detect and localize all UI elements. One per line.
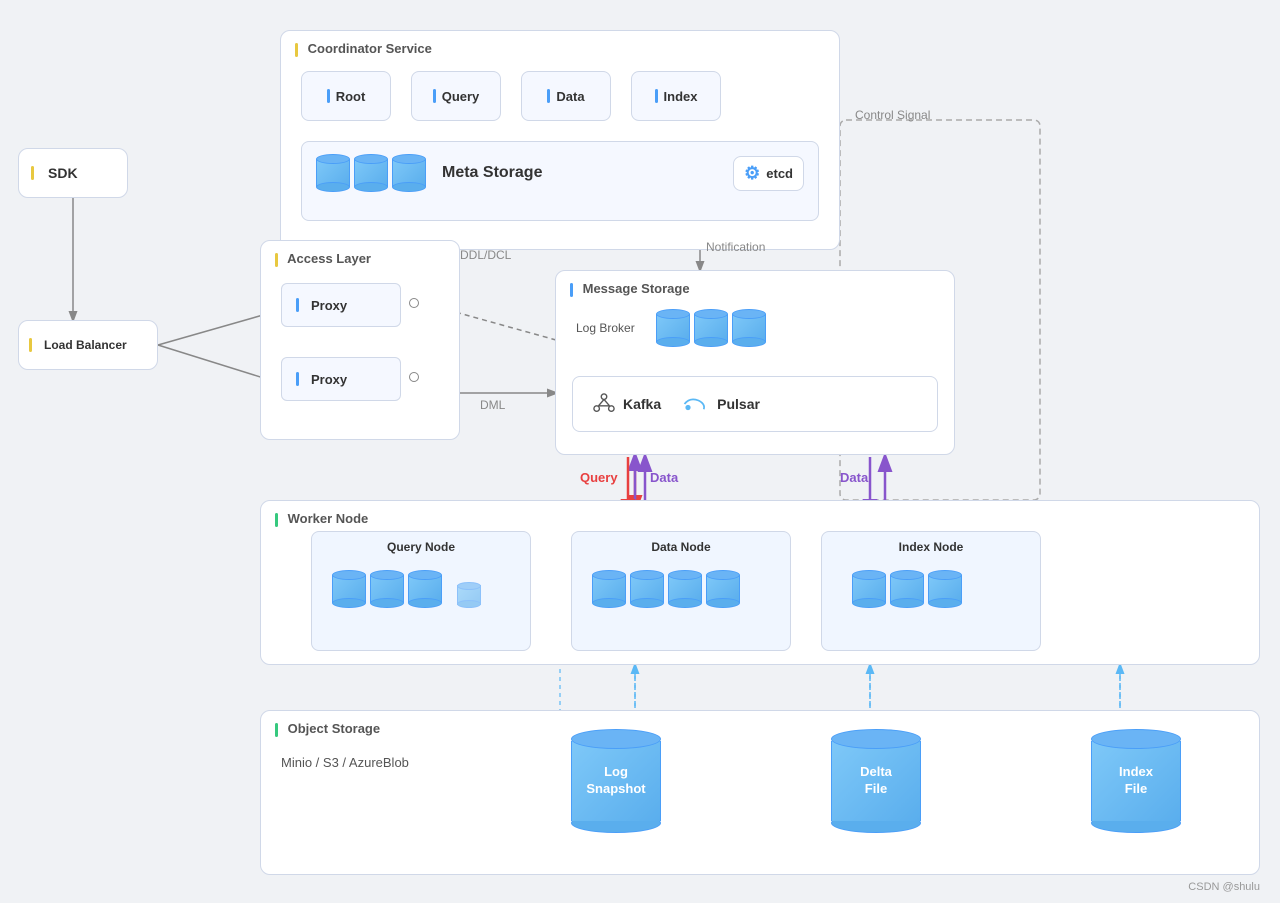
load-balancer-box: Load Balancer: [18, 320, 158, 370]
index-file-cylinder: IndexFile: [1091, 729, 1181, 833]
log-broker-label: Log Broker: [576, 321, 635, 335]
query-node-coord-box: Query: [411, 71, 501, 121]
dn-db-1: [592, 570, 626, 608]
in-db-1: [852, 570, 886, 608]
lb-bar: [29, 338, 32, 352]
kafka-pulsar-box: Kafka Pulsar: [572, 376, 938, 432]
data-node-sub-box: Data Node: [571, 531, 791, 651]
message-storage-label: Message Storage: [570, 281, 690, 297]
etcd-label: etcd: [766, 166, 793, 181]
proxy-2-output-circle: [409, 372, 419, 382]
data-flow-label-left: Data: [650, 470, 678, 485]
kafka-label: Kafka: [623, 396, 661, 412]
delta-file-label: DeltaFile: [860, 764, 892, 798]
index-file-label: IndexFile: [1119, 764, 1153, 798]
ddl-dcl-label: DDL/DCL: [460, 248, 511, 262]
dn-db-3: [668, 570, 702, 608]
query-node-sub-label: Query Node: [312, 540, 530, 554]
coordinator-label: Coordinator Service: [295, 41, 432, 57]
pulsar-icon: [681, 393, 709, 415]
etcd-box: ⚙ etcd: [733, 156, 804, 191]
sdk-label: SDK: [48, 165, 78, 181]
proxy-2-box: Proxy: [281, 357, 401, 401]
proxy-1-label: Proxy: [311, 298, 347, 313]
msg-db-2: [694, 309, 728, 347]
qn-db-3: [408, 570, 442, 608]
kafka-section: Kafka: [593, 393, 661, 415]
control-signal-label: Control Signal: [855, 108, 930, 122]
meta-storage-label: Meta Storage: [442, 164, 542, 182]
in-db-2: [890, 570, 924, 608]
proxy-1-output-circle: [409, 298, 419, 308]
index-coord-label: Index: [664, 89, 698, 104]
dml-label: DML: [480, 398, 505, 412]
meta-db-1: [316, 154, 350, 192]
notification-label: Notification: [706, 240, 765, 254]
dn-db-2: [630, 570, 664, 608]
data-coord-label: Data: [556, 89, 584, 104]
qn-db-4: [457, 582, 481, 608]
msg-db-3: [732, 309, 766, 347]
message-storage-box: Message Storage Log Broker: [555, 270, 955, 455]
proxy-1-box: Proxy: [281, 283, 401, 327]
worker-node-label: Worker Node: [275, 511, 368, 527]
meta-storage-area: Meta Storage ⚙ etcd: [301, 141, 819, 221]
data-flow-label-right: Data: [840, 470, 868, 485]
etcd-gear-icon: ⚙: [744, 163, 760, 184]
dn-db-4: [706, 570, 740, 608]
worker-node-box: Worker Node Query Node Data Node: [260, 500, 1260, 665]
data-node-sub-label: Data Node: [572, 540, 790, 554]
footer-text: CSDN @shulu: [1188, 881, 1260, 893]
meta-db-3: [392, 154, 426, 192]
pulsar-section: Pulsar: [681, 393, 760, 415]
query-flow-label: Query: [580, 470, 618, 485]
qn-db-1: [332, 570, 366, 608]
query-node-sub-box: Query Node: [311, 531, 531, 651]
access-layer-label: Access Layer: [275, 251, 371, 267]
pulsar-label: Pulsar: [717, 396, 760, 412]
in-db-3: [928, 570, 962, 608]
coordinator-box: Coordinator Service Root Query Data Inde…: [280, 30, 840, 250]
object-storage-subtitle: Minio / S3 / AzureBlob: [281, 755, 409, 770]
root-node-box: Root: [301, 71, 391, 121]
index-node-coord-box: Index: [631, 71, 721, 121]
kafka-icon: [593, 393, 615, 415]
meta-db-2: [354, 154, 388, 192]
object-storage-label: Object Storage: [275, 721, 380, 737]
sdk-bar: [31, 166, 34, 180]
root-node-label: Root: [336, 89, 366, 104]
proxy-2-label: Proxy: [311, 372, 347, 387]
delta-file-cylinder: DeltaFile: [831, 729, 921, 833]
diagram-container: SDK Load Balancer Coordinator Service Ro…: [0, 0, 1280, 903]
access-layer-box: Access Layer Proxy Proxy: [260, 240, 460, 440]
sdk-box: SDK: [18, 148, 128, 198]
log-snapshot-cylinder: LogSnapshot: [571, 729, 661, 833]
index-node-sub-box: Index Node: [821, 531, 1041, 651]
object-storage-box: Object Storage Minio / S3 / AzureBlob Lo…: [260, 710, 1260, 875]
query-coord-label: Query: [442, 89, 480, 104]
log-snapshot-label: LogSnapshot: [586, 764, 645, 798]
qn-db-2: [370, 570, 404, 608]
msg-db-1: [656, 309, 690, 347]
lb-label: Load Balancer: [44, 338, 127, 352]
data-node-coord-box: Data: [521, 71, 611, 121]
index-node-sub-label: Index Node: [822, 540, 1040, 554]
